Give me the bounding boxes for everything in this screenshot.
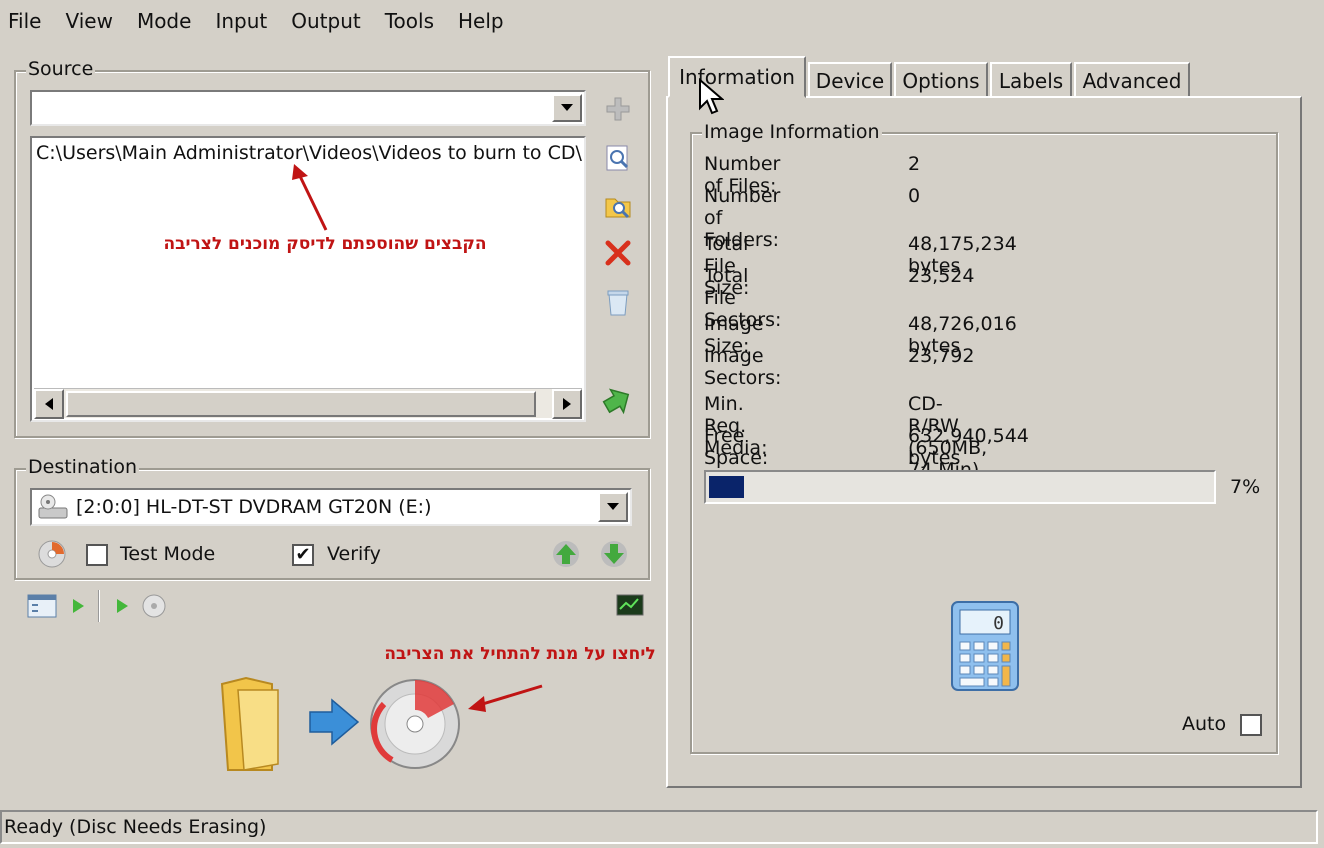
magnifier-file-icon	[606, 145, 629, 171]
clear-all-button[interactable]	[602, 287, 634, 319]
plus-icon	[606, 97, 630, 121]
play-small-button[interactable]	[62, 590, 94, 622]
calculator-icon: 0	[951, 601, 1019, 691]
play-icon	[117, 599, 128, 613]
menu-input[interactable]: Input	[215, 9, 267, 33]
magnifier-folder-icon	[605, 198, 631, 219]
monitor-graph-icon	[616, 594, 644, 616]
move-down-button[interactable]	[598, 538, 630, 570]
free-space-value: 632,940,544 bytes	[908, 425, 1029, 469]
image-sectors-label: Image Sectors:	[704, 345, 782, 389]
folder-to-disc-icon	[220, 676, 460, 771]
disc-settings-button[interactable]	[36, 538, 68, 570]
total-file-sectors-value: 23,524	[908, 265, 975, 287]
tab-labels[interactable]: Labels	[990, 62, 1072, 98]
remove-item-button[interactable]	[602, 237, 634, 269]
verify-label: Verify	[327, 543, 381, 565]
chevron-down-icon	[561, 104, 573, 111]
auto-checkbox[interactable]	[1240, 714, 1262, 736]
disc-queue-button[interactable]	[138, 590, 170, 622]
browse-folder-button[interactable]	[602, 190, 634, 222]
move-up-button[interactable]	[550, 538, 582, 570]
play-queue-button[interactable]	[106, 590, 138, 622]
tab-options[interactable]: Options	[894, 62, 988, 98]
menu-help[interactable]: Help	[458, 9, 504, 33]
menu-mode[interactable]: Mode	[137, 9, 192, 33]
checkmark-icon: ✔	[295, 544, 311, 565]
status-text: Ready (Disc Needs Erasing)	[4, 816, 267, 838]
scroll-right-button[interactable]	[552, 389, 582, 419]
burn-annotation-arrow	[468, 684, 543, 712]
toolbar-separator	[98, 590, 100, 622]
auto-label: Auto	[1182, 713, 1227, 735]
tab-advanced[interactable]: Advanced	[1074, 62, 1190, 98]
mouse-cursor-icon	[699, 78, 724, 115]
chevron-down-icon	[607, 503, 619, 510]
destination-drive-value: [2:0:0] HL-DT-ST DVDRAM GT20N (E:)	[76, 496, 432, 518]
source-combo-dropdown-button[interactable]	[552, 94, 582, 122]
import-button[interactable]	[601, 385, 633, 417]
window-list-icon	[27, 594, 57, 618]
capacity-progress-text: 7%	[1230, 476, 1261, 498]
capacity-progress-fill	[709, 476, 744, 498]
graph-button[interactable]	[614, 590, 646, 622]
menu-view[interactable]: View	[65, 9, 112, 33]
calculator-display: 0	[993, 613, 1004, 634]
number-of-folders-value: 0	[908, 185, 921, 207]
scroll-left-button[interactable]	[34, 389, 64, 419]
recycle-bin-icon	[607, 290, 629, 316]
arrow-down-icon	[601, 541, 627, 567]
horizontal-scrollbar[interactable]	[34, 388, 582, 419]
menu-tools[interactable]: Tools	[385, 9, 434, 33]
destination-dropdown-button[interactable]	[598, 492, 628, 522]
red-x-icon	[605, 240, 631, 266]
drive-icon	[38, 494, 68, 519]
tab-device[interactable]: Device	[808, 62, 892, 98]
number-of-files-value: 2	[908, 153, 921, 175]
image-information-legend: Image Information	[702, 121, 882, 143]
burn-annotation: ליחצו על מנת להתחיל את הצריבה	[384, 644, 656, 664]
test-mode-checkbox[interactable]	[86, 544, 108, 566]
add-files-button[interactable]	[602, 93, 634, 125]
view-log-button[interactable]	[26, 590, 58, 622]
arrow-left-icon	[45, 398, 53, 410]
scrollbar-thumb[interactable]	[66, 391, 536, 417]
menu-file[interactable]: File	[8, 9, 41, 33]
annotation-arrow-up	[292, 164, 328, 231]
destination-legend: Destination	[26, 456, 140, 478]
arrow-up-icon	[553, 541, 579, 567]
source-legend: Source	[26, 58, 96, 80]
green-arrow-icon	[602, 388, 630, 415]
disc-icon	[38, 540, 66, 568]
arrow-right-icon	[563, 398, 571, 410]
menu-bar: File View Mode Input Output Tools Help	[0, 0, 1324, 42]
browse-file-button[interactable]	[602, 142, 634, 174]
burn-button[interactable]	[216, 674, 466, 774]
free-space-label: Free Space:	[704, 425, 769, 469]
test-mode-label: Test Mode	[120, 543, 216, 565]
menu-output[interactable]: Output	[291, 9, 360, 33]
source-combo[interactable]	[30, 90, 586, 126]
image-sectors-value: 23,792	[908, 345, 975, 367]
destination-drive-combo[interactable]: [2:0:0] HL-DT-ST DVDRAM GT20N (E:)	[30, 488, 632, 526]
calculator-button[interactable]: 0	[950, 600, 1020, 692]
status-bar: Ready (Disc Needs Erasing)	[0, 810, 1318, 844]
source-annotation: הקבצים שהוספתם לדיסק מוכנים לצריבה	[163, 234, 487, 254]
verify-checkbox[interactable]: ✔	[292, 544, 314, 566]
capacity-progress-bar	[704, 470, 1216, 504]
tab-information[interactable]: Information	[668, 56, 806, 98]
disc-gear-icon	[142, 594, 166, 618]
play-icon	[73, 599, 84, 613]
